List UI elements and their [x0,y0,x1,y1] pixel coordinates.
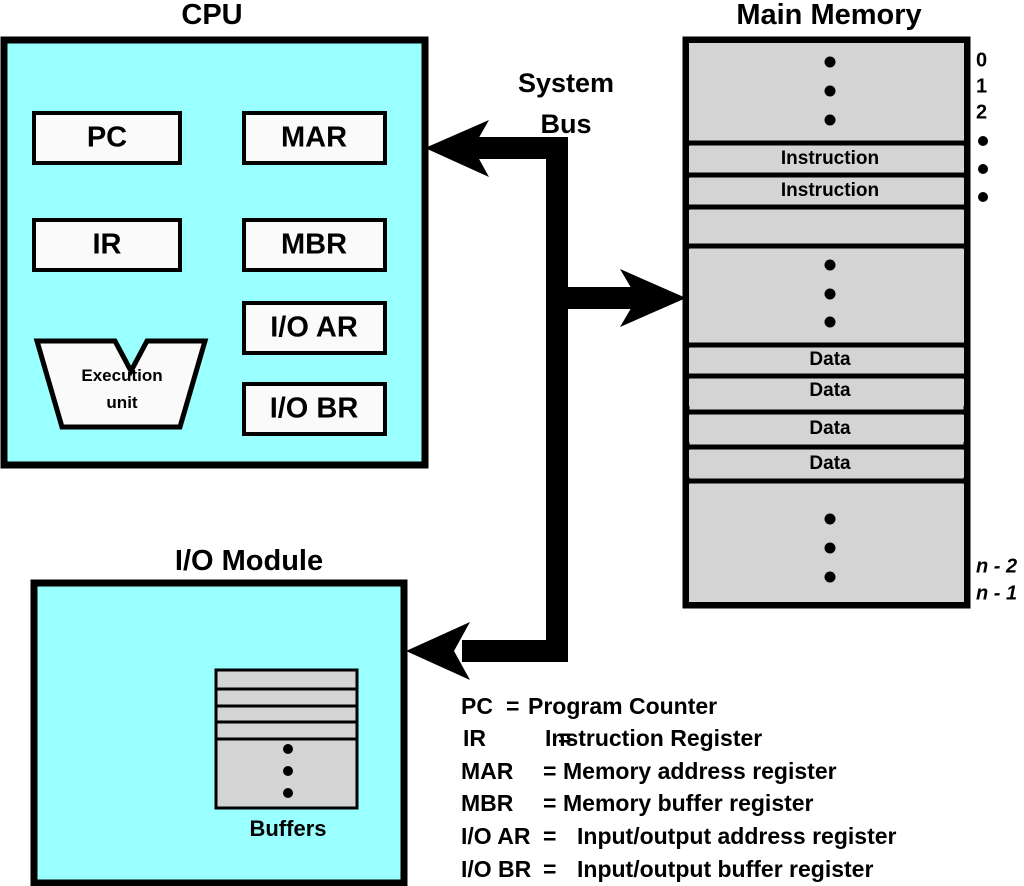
memory-cell-label: Data [809,349,851,370]
legend-desc: Program Counter [528,693,717,719]
register-mar: MAR [242,111,387,165]
register-ir: IR [32,218,182,272]
legend-abbr: I/O AR [461,823,531,849]
memory-cell: Data [689,379,964,406]
legend-equals: = [543,758,556,784]
register-io-ar-label: I/O AR [270,312,358,344]
register-io-br-label: I/O BR [270,393,359,425]
legend-equals: = [543,790,556,816]
register-mbr: MBR [242,218,387,272]
legend-row: IR Instruction Register = [463,725,762,751]
io-module-block: Buffers [30,579,408,886]
memory-cell-label: Data [809,418,851,439]
memory-cell: Instruction [689,178,964,206]
legend-desc: Memory buffer register [563,790,814,816]
io-buffers-stack [214,668,359,810]
memory-cell [689,249,964,344]
memory-address-labels: 0 1 2 n - 2 n - 1 [976,49,1017,604]
execution-unit-label-line2: unit [106,393,137,412]
bus-arrow-to-memory [557,269,686,327]
legend-abbr: PC [461,693,493,719]
legend-row: MAR = Memory address register [461,758,837,784]
bus-arrow-to-io-module [406,622,557,680]
memory-cell-label: Data [809,380,851,401]
memory-cell: Instruction [689,146,964,174]
legend-abbr: MBR [461,790,514,816]
legend-abbr: MAR [461,758,514,784]
diagram-canvas: CPU Main Memory I/O Module PC IR MAR MBR… [0,0,1024,886]
memory-address-label: n - 2 [976,555,1017,577]
main-memory-title: Main Memory [736,0,921,31]
register-io-br: I/O BR [242,382,387,436]
memory-cell [689,484,964,602]
cpu-block: PC IR MAR MBR I/O AR I/O BR Execution un… [0,36,429,469]
memory-cell [689,43,964,142]
memory-cell: Data [689,450,964,477]
legend-row: I/O AR = Input/output address register [461,823,897,849]
legend-desc: Instruction Register [545,725,762,751]
memory-cell-label: Data [809,453,851,474]
memory-cell-label: Instruction [781,180,879,201]
execution-unit-label-line1: Execution [81,366,162,385]
memory-address-label: 2 [976,101,987,123]
memory-address-label: 1 [976,75,987,97]
legend-equals: = [543,823,556,849]
io-module-title: I/O Module [175,545,323,577]
legend-equals: = [543,856,556,882]
memory-cell: Data [689,348,964,375]
system-bus-label-line1: System [518,68,614,98]
system-bus-trunk [546,137,568,662]
register-ir-label: IR [93,229,122,261]
memory-address-label: n - 1 [976,582,1017,604]
system-bus: System Bus [406,68,686,680]
register-pc: PC [32,111,182,165]
legend: PC = Program Counter IR Instruction Regi… [461,693,897,882]
legend-abbr: I/O BR [461,856,532,882]
legend-row: PC = Program Counter [461,693,717,719]
memory-cell: Data [689,415,964,442]
legend-abbr: IR [463,725,486,751]
legend-desc: Input/output buffer register [577,856,873,882]
legend-equals: = [506,693,519,719]
memory-cell-label: Instruction [781,148,879,169]
register-io-ar: I/O AR [242,301,387,355]
bus-arrow-to-cpu [425,120,557,177]
legend-equals: = [558,725,571,751]
memory-address-label: 0 [976,49,987,71]
legend-row: I/O BR = Input/output buffer register [461,856,873,882]
legend-desc: Memory address register [563,758,837,784]
register-mbr-label: MBR [281,229,347,261]
memory-cell [689,210,964,245]
cpu-title: CPU [181,0,242,31]
io-buffers-label: Buffers [249,816,326,841]
legend-row: MBR = Memory buffer register [461,790,814,816]
execution-unit-shape: Execution unit [33,338,209,430]
register-pc-label: PC [87,122,127,154]
main-memory-block: Instruction Instruction Data Data Data D… [682,36,1017,609]
system-bus-label-line2: Bus [540,109,591,139]
legend-desc: Input/output address register [577,823,897,849]
register-mar-label: MAR [281,122,347,154]
